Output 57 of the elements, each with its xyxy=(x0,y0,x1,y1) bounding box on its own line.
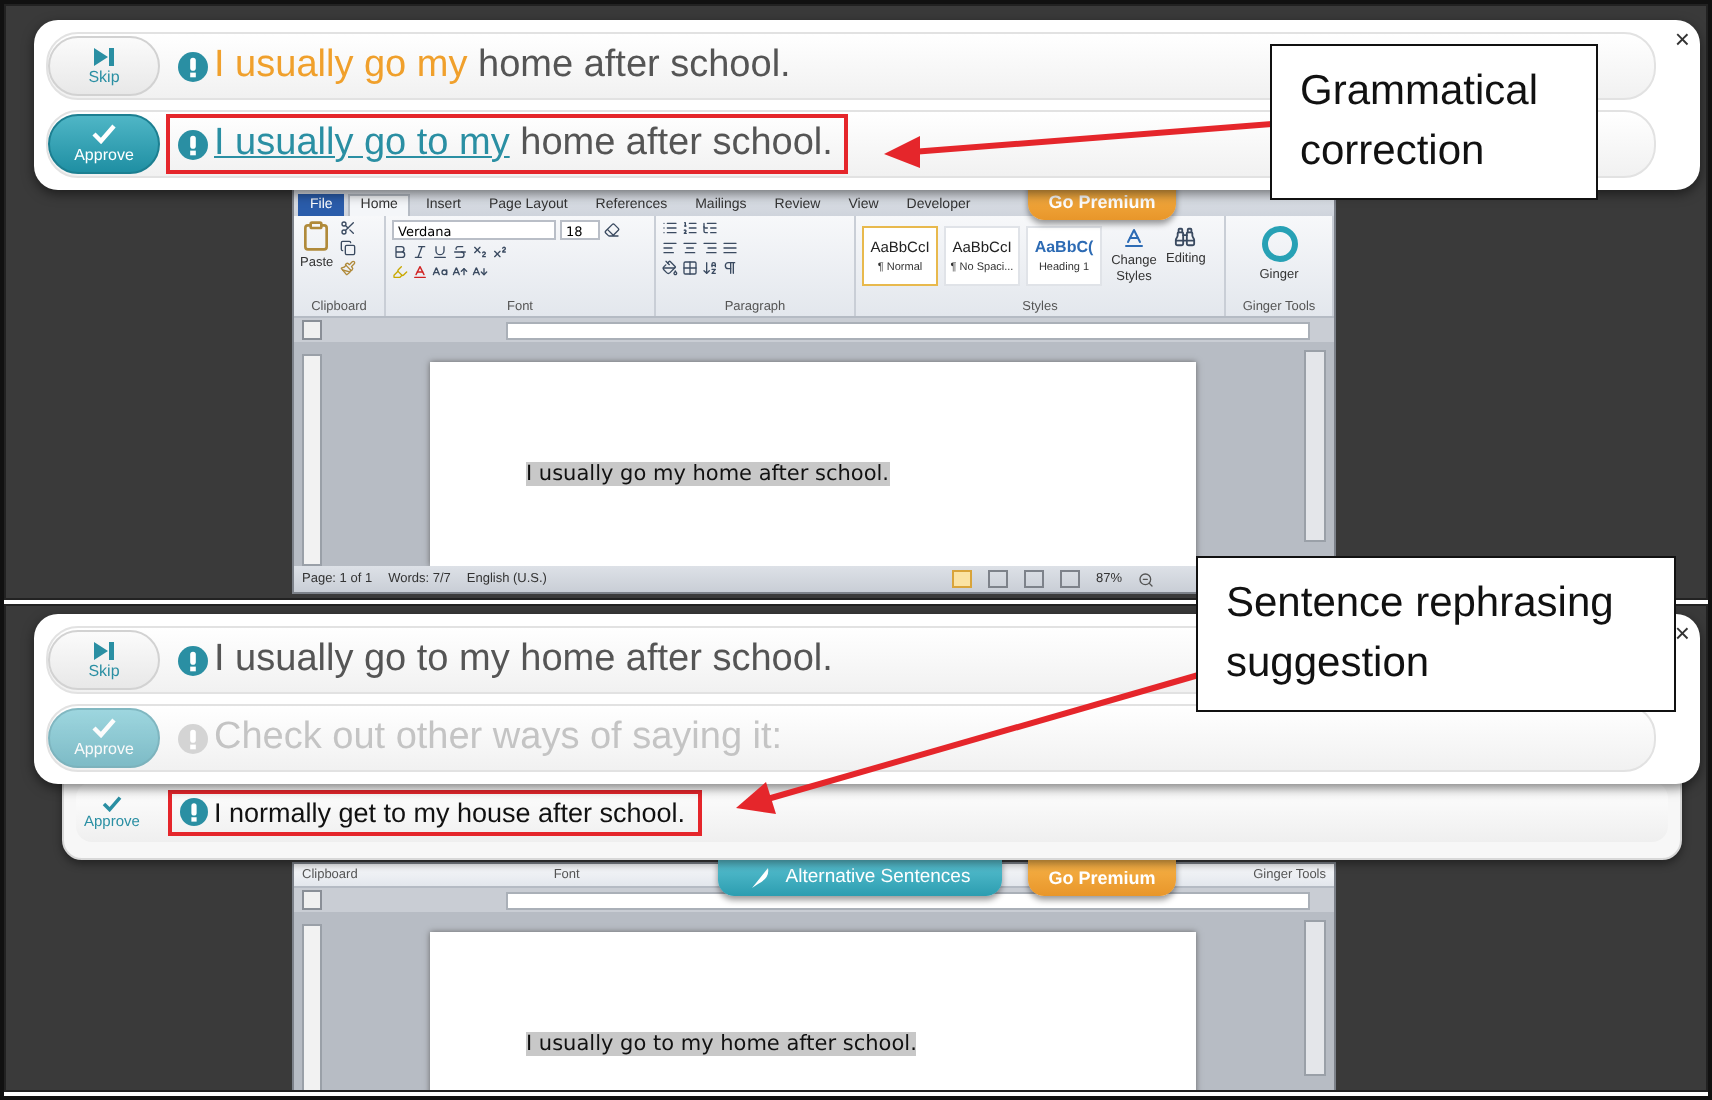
sentence-text: I usually go to my home after school. xyxy=(214,638,833,682)
clipboard-icon[interactable] xyxy=(300,220,333,252)
document-text: I usually go my home after school. xyxy=(526,462,890,486)
shrink-font-icon[interactable] xyxy=(472,264,488,280)
case-icon[interactable] xyxy=(432,264,448,280)
borders-icon[interactable] xyxy=(682,260,698,276)
skip-icon xyxy=(94,47,114,65)
sentence-text: I usually go my home after school. xyxy=(214,44,791,88)
bold-icon[interactable] xyxy=(392,244,408,260)
tab-selector[interactable] xyxy=(302,320,322,340)
italic-icon[interactable] xyxy=(412,244,428,260)
ginger-logo[interactable] xyxy=(1261,226,1297,262)
justify-icon[interactable] xyxy=(722,240,738,256)
info-icon xyxy=(178,129,208,159)
pilcrow-icon[interactable] xyxy=(722,260,738,276)
callout-box: Sentence rephrasing suggestion xyxy=(1196,556,1676,712)
feather-icon xyxy=(749,865,770,889)
view-mode-icon[interactable] xyxy=(1023,570,1044,588)
sentence-text: I usually go to my home after school. xyxy=(214,122,833,166)
tab-selector[interactable] xyxy=(302,890,322,910)
scrollbar[interactable] xyxy=(1304,350,1326,542)
view-mode-icon[interactable] xyxy=(987,570,1008,588)
font-color-icon[interactable] xyxy=(412,264,428,280)
check-icon xyxy=(101,795,122,811)
close-button[interactable]: × xyxy=(1674,618,1690,648)
numbering-icon[interactable] xyxy=(682,220,698,236)
view-mode-icon[interactable] xyxy=(1059,570,1080,588)
check-icon xyxy=(92,124,116,144)
multilevel-list-icon[interactable] xyxy=(702,220,718,236)
align-center-icon[interactable] xyxy=(682,240,698,256)
check-icon xyxy=(92,718,116,738)
callout-box: Grammatical correction xyxy=(1270,44,1598,200)
subscript-icon[interactable] xyxy=(472,244,488,260)
underline-icon[interactable] xyxy=(432,244,448,260)
eraser-icon[interactable] xyxy=(604,222,620,238)
binoculars-icon[interactable] xyxy=(1174,226,1197,248)
scrollbar[interactable] xyxy=(1304,920,1326,1076)
info-icon xyxy=(179,798,208,826)
info-icon xyxy=(178,645,208,675)
shading-icon[interactable] xyxy=(662,260,678,276)
scissors-icon[interactable] xyxy=(339,220,356,236)
zoom-out-icon[interactable] xyxy=(1138,571,1154,587)
alternative-sentence: I normally get to my house after school. xyxy=(213,797,686,827)
superscript-icon[interactable] xyxy=(492,244,508,260)
document-text: I usually go to my home after school. xyxy=(526,1032,917,1056)
bullets-icon[interactable] xyxy=(662,220,678,236)
info-icon xyxy=(178,51,208,81)
copy-icon[interactable] xyxy=(339,240,356,256)
skip-icon xyxy=(94,641,114,659)
grow-font-icon[interactable] xyxy=(452,264,468,280)
align-right-icon[interactable] xyxy=(702,240,718,256)
close-button[interactable]: × xyxy=(1674,24,1690,54)
strikethrough-icon[interactable] xyxy=(452,244,468,260)
align-left-icon[interactable] xyxy=(662,240,678,256)
sort-icon[interactable] xyxy=(702,260,718,276)
styles-icon[interactable] xyxy=(1122,226,1146,250)
info-icon xyxy=(178,723,208,753)
